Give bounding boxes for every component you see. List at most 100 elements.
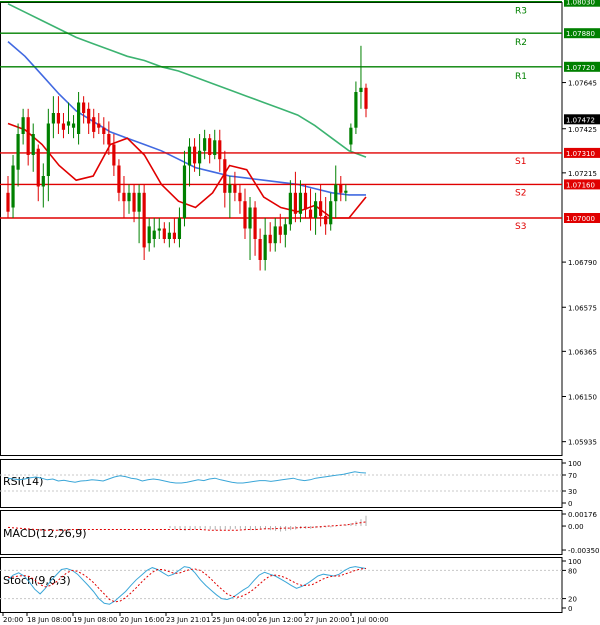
candle-body: [263, 234, 267, 260]
indicator-tick-label: 30: [568, 488, 577, 496]
level-name-r3: R3: [515, 7, 527, 17]
price-tick-label: 1.07425: [568, 126, 597, 134]
level-name-r2: R2: [515, 38, 527, 48]
candle-body: [31, 134, 35, 155]
level-name-r1: R1: [515, 72, 527, 82]
candle-body: [364, 87, 368, 109]
candle-body: [253, 207, 257, 239]
candle-body: [228, 184, 232, 193]
candle-body: [354, 92, 358, 128]
time-tick-label: 27 Jun 20:00: [305, 616, 349, 624]
price-tick-label: 1.05935: [568, 439, 597, 447]
price-tick-label: 1.06365: [568, 348, 597, 356]
time-tick-label: 19 Jun 08:00: [73, 616, 117, 624]
indicator-tick-label: 0.00: [568, 523, 584, 531]
price-tick-label: 1.06790: [568, 259, 597, 267]
stoch-pane: 10080 200 Stoch(9,6,3): [0, 557, 581, 613]
candle-body: [107, 134, 111, 145]
candle-body: [273, 226, 277, 244]
candle-body: [344, 190, 348, 193]
candle-body: [233, 184, 237, 193]
candle-body: [349, 127, 353, 145]
level-name-s2: S2: [515, 188, 526, 198]
level-price-label: 1.07880: [566, 30, 595, 38]
time-tick-label: 20:00: [3, 616, 23, 624]
candle-body: [122, 192, 126, 202]
time-tick-label: 25 Jun 04:00: [212, 616, 256, 624]
candle-body: [238, 192, 242, 202]
candle-body: [182, 165, 187, 218]
candle-body: [334, 184, 338, 202]
indicator-name: Stoch(9,6,3): [3, 574, 71, 587]
candle-body: [258, 239, 262, 260]
level-price-label: 1.08030: [566, 0, 595, 7]
candle-body: [268, 234, 272, 244]
time-tick-label: 23 Jun 21:01: [166, 616, 210, 624]
level-price-label: 1.07310: [566, 150, 595, 158]
level-price-label: 1.07160: [566, 181, 595, 189]
candle-body: [41, 176, 45, 187]
candle-body: [298, 192, 303, 214]
candle-body: [127, 192, 131, 202]
candle-body: [203, 138, 207, 151]
macd-pane: 0.00176 0.00 -0.003505 MACD(12,26,9): [0, 510, 600, 555]
rsi-pane: 10070300RSI(14): [0, 459, 581, 508]
time-tick-label: 1 Jul 00:00: [351, 616, 389, 624]
candle-body: [56, 113, 61, 124]
candle-body: [6, 192, 10, 212]
indicator-frame: [0, 459, 563, 508]
candle-body: [11, 165, 15, 208]
candle-body: [243, 201, 247, 229]
candle-body: [303, 192, 308, 210]
indicator-tick-label: 20: [568, 596, 577, 604]
candle-body: [112, 144, 116, 166]
candle-body: [187, 146, 192, 166]
candle-body: [46, 123, 50, 176]
price-tick-label: 1.06150: [568, 394, 597, 402]
candle-body: [288, 192, 292, 225]
forex-chart: 1.097801.095601.093551.091401.089251.087…: [0, 0, 600, 624]
candle-body: [329, 201, 333, 225]
time-tick-label: 20 Jun 16:00: [120, 616, 164, 624]
candle-body: [248, 207, 252, 229]
candle-body: [213, 140, 217, 155]
candle-body: [278, 226, 282, 235]
candle-body: [192, 146, 197, 164]
indicator-tick-label: 100: [568, 460, 581, 468]
indicator-frame: [0, 557, 563, 613]
candle-body: [152, 230, 156, 239]
price-tick-label: 1.07645: [568, 80, 597, 88]
candle-body: [313, 201, 318, 218]
candle-body: [21, 117, 25, 134]
indicator-tick-label: 100: [568, 558, 581, 566]
candle-body: [208, 138, 212, 155]
candle-body: [167, 232, 171, 239]
candle-body: [283, 224, 287, 235]
candle-body: [177, 218, 182, 239]
candle-body: [16, 134, 20, 170]
price-pane: 1.097801.095601.093551.091401.089251.087…: [0, 0, 600, 456]
indicator-tick-label: 0: [568, 605, 572, 613]
candle-body: [293, 192, 298, 214]
time-axis: 20:00 18 Jun 08:00 19 Jun 08:00 20 Jun 16:0…: [2, 612, 389, 624]
candle-body: [76, 102, 81, 134]
indicator-tick-label: 70: [568, 472, 577, 480]
indicator-tick-label: -0.003505: [568, 547, 600, 555]
candle-body: [82, 102, 86, 113]
candle-body: [117, 165, 121, 193]
candle-body: [198, 150, 202, 164]
indicator-tick-label: 0: [568, 500, 572, 508]
current-price-label: 1.07472: [566, 116, 595, 124]
candle-body: [319, 201, 323, 216]
level-name-s1: S1: [515, 157, 526, 167]
candle-body: [71, 123, 76, 128]
candle-body: [359, 87, 363, 92]
price-tick-label: 1.06575: [568, 304, 597, 312]
candle-body: [142, 192, 146, 248]
candle-body: [92, 117, 96, 132]
indicator-name: MACD(12,26,9): [3, 527, 87, 540]
indicator-tick-label: 0.00176: [568, 511, 597, 519]
candle-body: [132, 192, 136, 212]
candle-body: [223, 159, 227, 193]
candle-body: [137, 192, 141, 212]
